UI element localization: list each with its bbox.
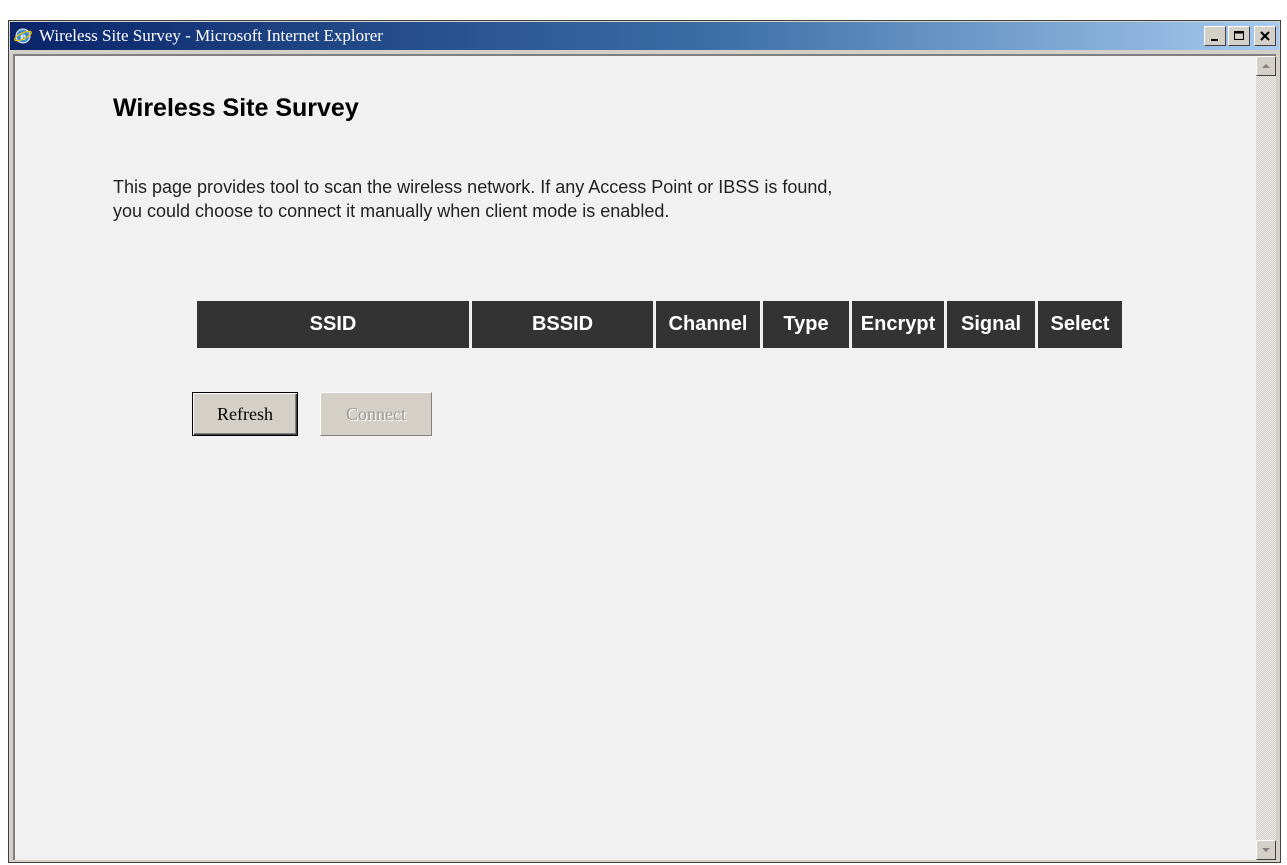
window-controls: [1204, 26, 1276, 46]
scroll-up-button[interactable]: [1256, 56, 1276, 76]
page-description: This page provides tool to scan the wire…: [113, 175, 1153, 223]
description-line-1: This page provides tool to scan the wire…: [113, 177, 833, 197]
vertical-scrollbar[interactable]: [1256, 56, 1276, 860]
window-title: Wireless Site Survey - Microsoft Interne…: [39, 26, 383, 45]
column-header-ssid: SSID: [197, 301, 469, 348]
arrow-down-icon: [1261, 841, 1271, 859]
column-header-select: Select: [1038, 301, 1122, 348]
maximize-button[interactable]: [1228, 26, 1250, 46]
site-survey-table: SSID BSSID Channel Type Encrypt Signal S…: [194, 301, 1125, 348]
arrow-up-icon: [1261, 57, 1271, 75]
minimize-icon: [1205, 27, 1225, 45]
column-header-type: Type: [763, 301, 849, 348]
ie-icon: e: [13, 26, 33, 46]
column-header-bssid: BSSID: [472, 301, 653, 348]
browser-viewport: Wireless Site Survey This page provides …: [13, 54, 1276, 860]
close-button[interactable]: [1254, 26, 1276, 46]
column-header-channel: Channel: [656, 301, 760, 348]
close-icon: [1255, 27, 1275, 45]
minimize-button[interactable]: [1204, 26, 1226, 46]
browser-window: e Wireless Site Survey - Microsoft Inter…: [8, 20, 1281, 863]
table-header-row: SSID BSSID Channel Type Encrypt Signal S…: [197, 301, 1122, 348]
page-title: Wireless Site Survey: [113, 94, 359, 122]
description-line-2: you could choose to connect it manually …: [113, 201, 670, 221]
maximize-icon: [1229, 27, 1249, 45]
page-content: Wireless Site Survey This page provides …: [15, 56, 1256, 860]
connect-button[interactable]: Connect: [320, 392, 432, 436]
column-header-signal: Signal: [947, 301, 1035, 348]
scroll-down-button[interactable]: [1256, 840, 1276, 860]
column-header-encrypt: Encrypt: [852, 301, 944, 348]
title-bar[interactable]: e Wireless Site Survey - Microsoft Inter…: [10, 22, 1279, 50]
refresh-button[interactable]: Refresh: [192, 392, 298, 436]
